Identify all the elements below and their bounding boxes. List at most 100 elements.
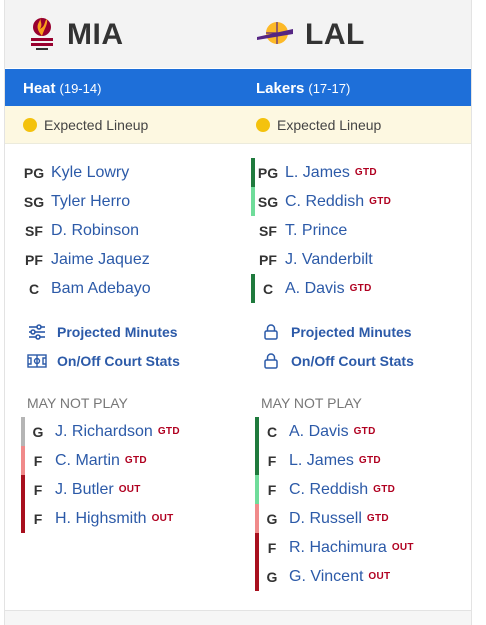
player-name-link[interactable]: Bam Adebayo bbox=[51, 280, 151, 298]
injury-tag: GTD bbox=[354, 167, 377, 178]
on-off-stats-link[interactable]: On/Off Court Stats bbox=[251, 346, 481, 375]
player-position: PG bbox=[257, 164, 279, 181]
may-not-play-heading: MAY NOT PLAY bbox=[261, 395, 362, 411]
player-name-link[interactable]: G. Vincent bbox=[289, 568, 363, 586]
home-team-header[interactable]: LAL bbox=[255, 14, 365, 56]
player-name-link[interactable]: C. Martin bbox=[55, 452, 120, 470]
player-name-link[interactable]: A. Davis bbox=[285, 280, 345, 298]
home-lineup-column: PG L. James GTD SG C. Reddish GTD SF T. … bbox=[251, 144, 481, 591]
player-name-link[interactable]: Jaime Jaquez bbox=[51, 251, 150, 269]
status-indicator bbox=[21, 446, 25, 475]
injury-tag: GTD bbox=[369, 196, 392, 207]
on-off-stats-label: On/Off Court Stats bbox=[291, 352, 414, 369]
player-name-link[interactable]: Tyler Herro bbox=[51, 193, 130, 211]
may-not-play-heading: MAY NOT PLAY bbox=[27, 395, 128, 411]
injury-tag: OUT bbox=[391, 542, 414, 553]
lakers-logo-icon bbox=[255, 20, 295, 51]
may-not-play-row: G J. Richardson GTD bbox=[17, 417, 247, 446]
player-name-link[interactable]: J. Vanderbilt bbox=[285, 251, 373, 269]
player-position: PF bbox=[25, 251, 43, 268]
player-position: SG bbox=[23, 193, 45, 210]
starter-row: PF J. Vanderbilt bbox=[251, 245, 481, 274]
player-name-link[interactable]: T. Prince bbox=[285, 222, 347, 240]
player-name-link[interactable]: C. Reddish bbox=[289, 481, 368, 499]
injury-tag: OUT bbox=[151, 513, 174, 524]
player-position: SF bbox=[25, 222, 43, 239]
may-not-play-row: C A. Davis GTD bbox=[251, 417, 481, 446]
away-lineup-column: PG Kyle Lowry SG Tyler Herro SF D. Robin… bbox=[17, 144, 247, 533]
player-name-link[interactable]: L. James bbox=[285, 164, 350, 182]
projected-minutes-link[interactable]: Projected Minutes bbox=[17, 317, 247, 346]
home-team-abbr: LAL bbox=[305, 18, 365, 51]
injury-tag: GTD bbox=[358, 455, 381, 466]
home-team-name: Lakers bbox=[256, 80, 305, 97]
injury-tag: GTD bbox=[349, 283, 372, 294]
injury-tag: GTD bbox=[124, 455, 147, 466]
player-position: C bbox=[28, 280, 40, 297]
projected-minutes-label: Projected Minutes bbox=[57, 323, 178, 340]
starter-row: SF D. Robinson bbox=[17, 216, 247, 245]
away-team-header[interactable]: MIA bbox=[27, 14, 124, 56]
away-links: Projected Minutes On/Off Court Stats bbox=[17, 317, 247, 375]
player-name-link[interactable]: J. Butler bbox=[55, 481, 114, 499]
lock-icon bbox=[261, 352, 281, 369]
player-position: C bbox=[262, 280, 274, 297]
status-indicator bbox=[255, 417, 259, 446]
player-position: PG bbox=[23, 164, 45, 181]
injury-tag: GTD bbox=[157, 426, 180, 437]
may-not-play-row: F J. Butler OUT bbox=[17, 475, 247, 504]
status-indicator bbox=[21, 417, 25, 446]
on-off-stats-link[interactable]: On/Off Court Stats bbox=[17, 346, 247, 375]
lineup-card: MIA LAL Heat (19-14) Lakers (17-17) Expect… bbox=[4, 0, 472, 625]
on-off-stats-label: On/Off Court Stats bbox=[57, 352, 180, 369]
may-not-play-row: F R. Hachimura OUT bbox=[251, 533, 481, 562]
home-status-label: Expected Lineup bbox=[277, 117, 382, 133]
status-indicator bbox=[255, 562, 259, 591]
player-name-link[interactable]: D. Russell bbox=[289, 510, 362, 528]
player-name-link[interactable]: R. Hachimura bbox=[289, 539, 387, 557]
may-not-play-row: F L. James GTD bbox=[251, 446, 481, 475]
player-name-link[interactable]: C. Reddish bbox=[285, 193, 364, 211]
status-indicator bbox=[255, 504, 259, 533]
away-team-bar-label[interactable]: Heat (19-14) bbox=[23, 80, 101, 97]
status-indicator bbox=[251, 187, 255, 216]
status-indicator bbox=[251, 274, 255, 303]
status-indicator bbox=[21, 504, 25, 533]
status-indicator bbox=[255, 475, 259, 504]
player-position: SF bbox=[259, 222, 277, 239]
player-position: SG bbox=[257, 193, 279, 210]
injury-tag: GTD bbox=[353, 426, 376, 437]
starter-row: SG C. Reddish GTD bbox=[251, 187, 481, 216]
status-indicator bbox=[255, 533, 259, 562]
away-lineup-status: Expected Lineup bbox=[23, 117, 148, 133]
lineup-status-row: Expected Lineup Expected Lineup bbox=[5, 106, 471, 144]
card-footer bbox=[5, 610, 471, 625]
may-not-play-row: F H. Highsmith OUT bbox=[17, 504, 247, 533]
status-dot-icon bbox=[256, 118, 270, 132]
may-not-play-row: F C. Reddish GTD bbox=[251, 475, 481, 504]
player-name-link[interactable]: L. James bbox=[289, 452, 354, 470]
player-name-link[interactable]: J. Richardson bbox=[55, 423, 153, 441]
away-status-label: Expected Lineup bbox=[44, 117, 149, 133]
may-not-play-row: G D. Russell GTD bbox=[251, 504, 481, 533]
matchup-header: MIA LAL bbox=[5, 0, 471, 68]
away-team-record: (19-14) bbox=[59, 81, 102, 96]
projected-minutes-label: Projected Minutes bbox=[291, 323, 412, 340]
player-name-link[interactable]: D. Robinson bbox=[51, 222, 139, 240]
starter-row: SF T. Prince bbox=[251, 216, 481, 245]
status-dot-icon bbox=[23, 118, 37, 132]
starter-row: C A. Davis GTD bbox=[251, 274, 481, 303]
status-indicator bbox=[21, 475, 25, 504]
home-team-bar-label[interactable]: Lakers (17-17) bbox=[256, 80, 350, 97]
injury-tag: GTD bbox=[373, 484, 396, 495]
starter-row: PF Jaime Jaquez bbox=[17, 245, 247, 274]
player-position: PF bbox=[259, 251, 277, 268]
player-name-link[interactable]: H. Highsmith bbox=[55, 510, 147, 528]
status-indicator bbox=[255, 446, 259, 475]
player-name-link[interactable]: Kyle Lowry bbox=[51, 164, 129, 182]
player-name-link[interactable]: A. Davis bbox=[289, 423, 349, 441]
may-not-play-row: G G. Vincent OUT bbox=[251, 562, 481, 591]
heat-logo-icon bbox=[27, 13, 57, 58]
home-team-record: (17-17) bbox=[308, 81, 351, 96]
projected-minutes-link[interactable]: Projected Minutes bbox=[251, 317, 481, 346]
